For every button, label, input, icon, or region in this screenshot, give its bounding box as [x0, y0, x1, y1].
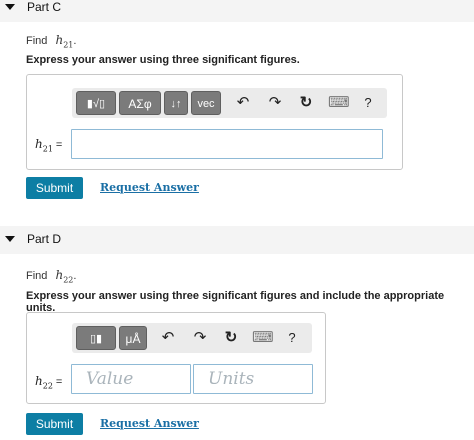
reset-icon[interactable]: ↻ — [296, 91, 316, 115]
collapse-caret-icon[interactable] — [5, 236, 15, 242]
reset-icon[interactable]: ↻ — [221, 326, 241, 350]
part-d-math-toolbar: ▯▮ μÅ ↶ ↷ ↻ ⌨ ? — [72, 323, 312, 353]
part-d-units-input[interactable]: Units — [193, 364, 313, 394]
part-d-request-answer-link[interactable]: Request Answer — [100, 417, 199, 430]
keyboard-icon[interactable]: ⌨ — [252, 326, 274, 350]
part-d-instruction: Express your answer using three signific… — [26, 290, 445, 314]
undo-icon[interactable]: ↶ — [158, 326, 178, 350]
help-icon[interactable]: ? — [282, 326, 302, 350]
part-d-variable-label: h22 = — [35, 374, 63, 391]
part-d-submit-button[interactable]: Submit — [26, 413, 83, 435]
part-d-find-prompt: Find h22. — [26, 268, 77, 285]
templates-button[interactable]: ▮√▯ — [76, 91, 116, 115]
units-placeholder: Units — [208, 369, 255, 389]
greek-symbols-button[interactable]: ΑΣφ — [119, 91, 161, 115]
help-icon[interactable]: ? — [358, 91, 378, 115]
arrows-button[interactable]: ↓↑ — [164, 91, 188, 115]
keyboard-icon[interactable]: ⌨ — [328, 91, 350, 115]
part-c-header[interactable]: Part C — [0, 0, 474, 22]
redo-icon[interactable]: ↷ — [265, 91, 285, 115]
part-c-title: Part C — [27, 0, 62, 14]
part-c-instruction: Express your answer using three signific… — [26, 54, 300, 66]
part-c-request-answer-link[interactable]: Request Answer — [100, 181, 199, 194]
part-c-submit-button[interactable]: Submit — [26, 177, 83, 199]
part-d-header[interactable]: Part D — [0, 226, 474, 254]
part-c-variable-label: h21 = — [35, 137, 63, 154]
part-c-answer-box: ▮√▯ ΑΣφ ↓↑ vec ↶ ↷ ↻ ⌨ ? h21 = — [26, 74, 403, 170]
part-c-answer-input[interactable] — [71, 129, 383, 159]
part-d-value-input[interactable]: Value — [71, 364, 191, 394]
value-placeholder: Value — [86, 369, 134, 389]
find-label: Find — [26, 35, 48, 47]
part-d-answer-box: ▯▮ μÅ ↶ ↷ ↻ ⌨ ? h22 = Value Units — [26, 312, 326, 404]
collapse-caret-icon[interactable] — [5, 4, 15, 10]
undo-icon[interactable]: ↶ — [233, 91, 253, 115]
part-c-find-prompt: Find h21. — [26, 33, 77, 50]
part-c-math-toolbar: ▮√▯ ΑΣφ ↓↑ vec ↶ ↷ ↻ ⌨ ? — [72, 88, 387, 118]
redo-icon[interactable]: ↷ — [190, 326, 210, 350]
templates-button[interactable]: ▯▮ — [76, 326, 116, 350]
find-label: Find — [26, 270, 48, 282]
part-d-title: Part D — [27, 232, 62, 246]
units-button[interactable]: μÅ — [119, 326, 147, 350]
find-variable: h21 — [55, 33, 74, 50]
find-variable: h22 — [55, 268, 74, 285]
vector-button[interactable]: vec — [191, 91, 221, 115]
